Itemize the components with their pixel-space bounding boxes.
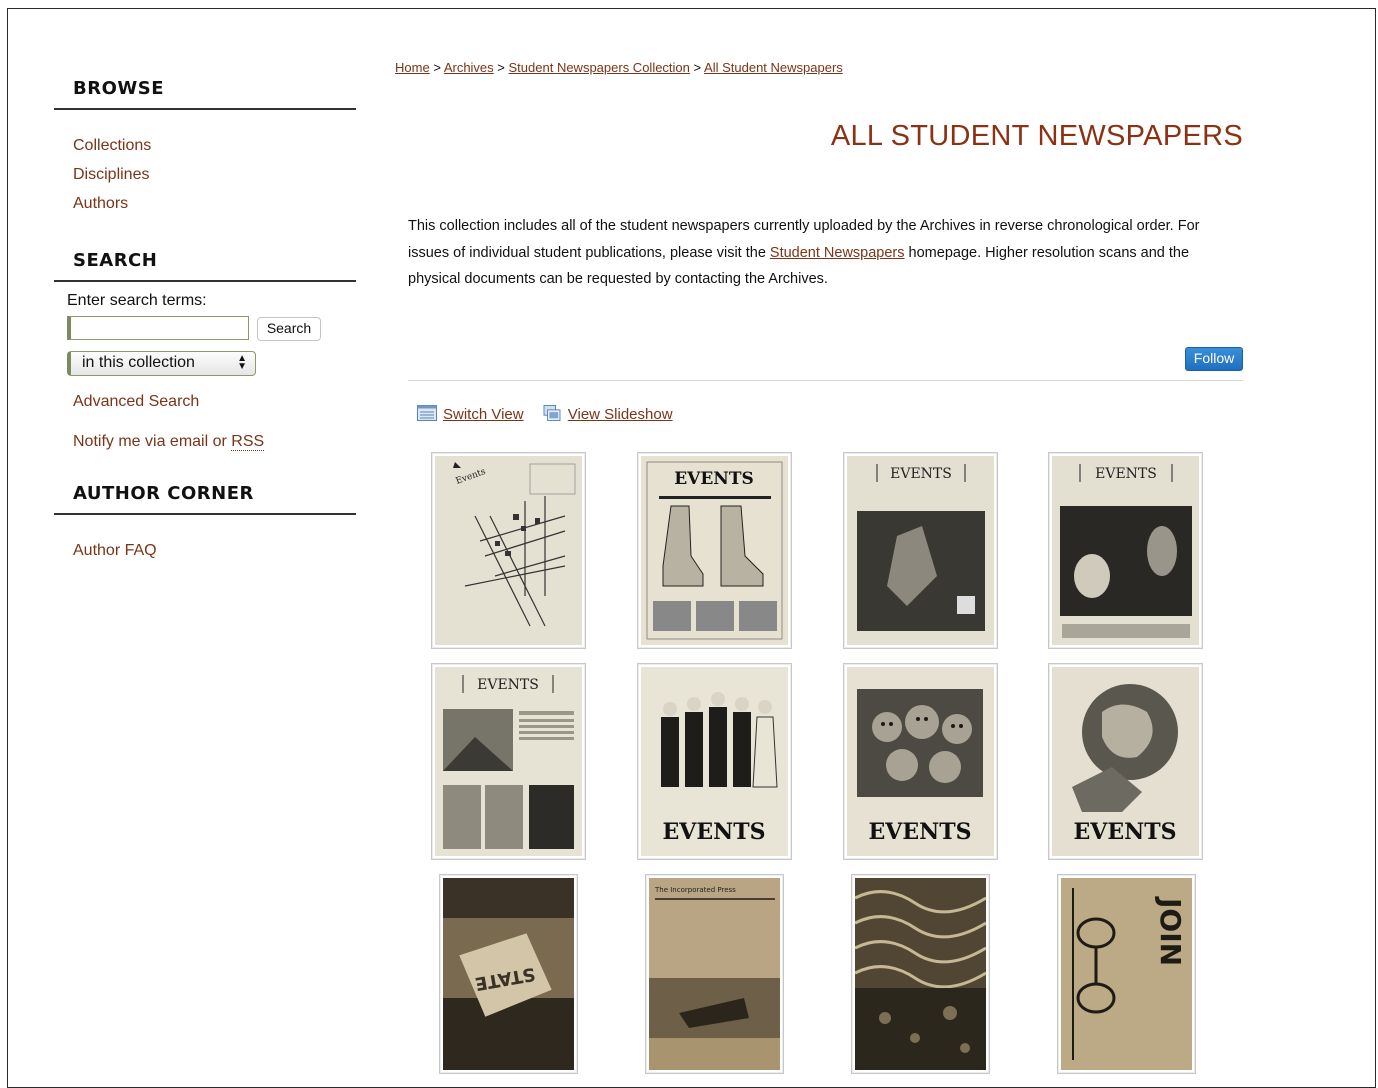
breadcrumb-separator: > xyxy=(693,60,702,75)
events-figures-cover-icon: EVENTS xyxy=(641,667,788,856)
student-newspapers-link[interactable]: Student Newspapers xyxy=(770,245,905,261)
events-boots-cover-icon: EVENTS xyxy=(641,456,788,645)
list-view-icon xyxy=(417,405,437,421)
view-links: Switch View View Slideshow xyxy=(417,405,687,423)
thumb-caption: EVENTS xyxy=(890,466,952,482)
browse-list: Collections Disciplines Authors xyxy=(54,110,356,218)
search-section: SEARCH Enter search terms: Search in thi… xyxy=(54,250,356,451)
thumb-caption: JOIN xyxy=(1154,896,1187,966)
events-globe-cover-icon: EVENTS xyxy=(1052,667,1199,856)
breadcrumb-home[interactable]: Home xyxy=(395,60,430,75)
thumb-caption: EVENTS xyxy=(1074,819,1177,845)
newspaper-thumbnail[interactable]: EVENTS xyxy=(843,663,998,860)
events-february-march-cover-icon: EVENTS xyxy=(847,456,994,645)
events-january-february-cover-icon: EVENTS xyxy=(435,667,582,856)
newspaper-thumbnail[interactable]: EVENTS xyxy=(1048,452,1203,649)
intro-text: This collection includes all of the stud… xyxy=(408,213,1228,293)
view-slideshow-link[interactable]: View Slideshow xyxy=(568,406,673,423)
author-corner-section: AUTHOR CORNER Author FAQ xyxy=(54,483,356,565)
author-faq-link[interactable]: Author FAQ xyxy=(73,542,157,559)
newspaper-thumbnail[interactable]: EVENTS xyxy=(843,452,998,649)
notify-line: Notify me via email or RSS xyxy=(73,433,356,451)
thumb-caption: EVENTS xyxy=(674,469,754,489)
sidebar: BROWSE Collections Disciplines Authors S… xyxy=(54,78,356,565)
notify-email-link[interactable]: Notify me via email or xyxy=(73,433,231,450)
newspaper-thumbnail[interactable]: The Incorporated Press xyxy=(645,874,784,1074)
page-title: ALL STUDENT NEWSPAPERS xyxy=(830,120,1243,152)
follow-button[interactable]: Follow xyxy=(1185,347,1243,371)
search-scope-value: in this collection xyxy=(82,354,195,371)
breadcrumb-archives[interactable]: Archives xyxy=(444,60,494,75)
newspaper-thumbnail[interactable]: EVENTS xyxy=(431,663,586,860)
newspaper-thumbnail[interactable]: STATE xyxy=(439,874,578,1074)
search-input[interactable] xyxy=(67,316,249,340)
newspaper-thumbnail[interactable]: EVENTS xyxy=(637,452,792,649)
events-faces-cover-icon: EVENTS xyxy=(847,667,994,856)
search-row: Search xyxy=(67,316,356,344)
incorporated-press-cover-icon: The Incorporated Press xyxy=(649,878,780,1070)
newspaper-thumbnail[interactable] xyxy=(851,874,990,1074)
rss-link[interactable]: RSS xyxy=(231,433,265,451)
switch-view-link[interactable]: Switch View xyxy=(443,406,524,423)
author-corner-heading: AUTHOR CORNER xyxy=(54,483,356,515)
breadcrumb: Home > Archives > Student Newspapers Col… xyxy=(395,60,843,75)
author-corner-list: Author FAQ xyxy=(54,515,356,565)
search-button[interactable]: Search xyxy=(257,317,321,341)
events-february-cover-icon: EVENTS xyxy=(1052,456,1199,645)
browse-section: BROWSE Collections Disciplines Authors xyxy=(54,78,356,218)
newspaper-thumbnail[interactable]: EVENTS xyxy=(637,663,792,860)
browse-link-collections[interactable]: Collections xyxy=(73,137,151,154)
divider xyxy=(408,380,1243,381)
select-arrows-icon: ▲ ▼ xyxy=(237,353,247,372)
search-label: Enter search terms: xyxy=(67,292,207,309)
advanced-search-link[interactable]: Advanced Search xyxy=(73,393,356,411)
thumb-caption: EVENTS xyxy=(663,819,766,845)
slideshow-control[interactable]: View Slideshow xyxy=(542,405,673,423)
search-heading: SEARCH xyxy=(54,250,356,282)
switch-view-control[interactable]: Switch View xyxy=(417,405,524,423)
breadcrumb-separator: > xyxy=(497,60,505,75)
newspaper-thumbnail[interactable]: JOIN xyxy=(1057,874,1196,1074)
slideshow-icon xyxy=(543,405,561,421)
events-map-cover-icon: Events xyxy=(435,456,582,645)
join-risd-cover-icon: JOIN xyxy=(1061,878,1192,1070)
thumb-caption: EVENTS xyxy=(1095,466,1157,482)
browse-link-disciplines[interactable]: Disciplines xyxy=(73,166,149,183)
browse-link-authors[interactable]: Authors xyxy=(73,195,128,212)
breadcrumb-separator: > xyxy=(433,60,441,75)
thumb-caption: EVENTS xyxy=(869,819,972,845)
browse-heading: BROWSE xyxy=(54,78,356,110)
newspaper-thumbnail[interactable]: EVENTS xyxy=(1048,663,1203,860)
thumb-caption: EVENTS xyxy=(477,677,539,693)
state-cover-icon: STATE xyxy=(443,878,574,1070)
thumb-caption: The Incorporated Press xyxy=(654,886,736,894)
breadcrumb-all-student-newspapers[interactable]: All Student Newspapers xyxy=(704,60,843,75)
abstract-pattern-cover-icon xyxy=(855,878,986,1070)
newspaper-thumbnail[interactable]: Events xyxy=(431,452,586,649)
breadcrumb-student-newspapers-collection[interactable]: Student Newspapers Collection xyxy=(509,60,690,75)
search-scope-select[interactable]: in this collection ▲ ▼ xyxy=(67,351,256,376)
